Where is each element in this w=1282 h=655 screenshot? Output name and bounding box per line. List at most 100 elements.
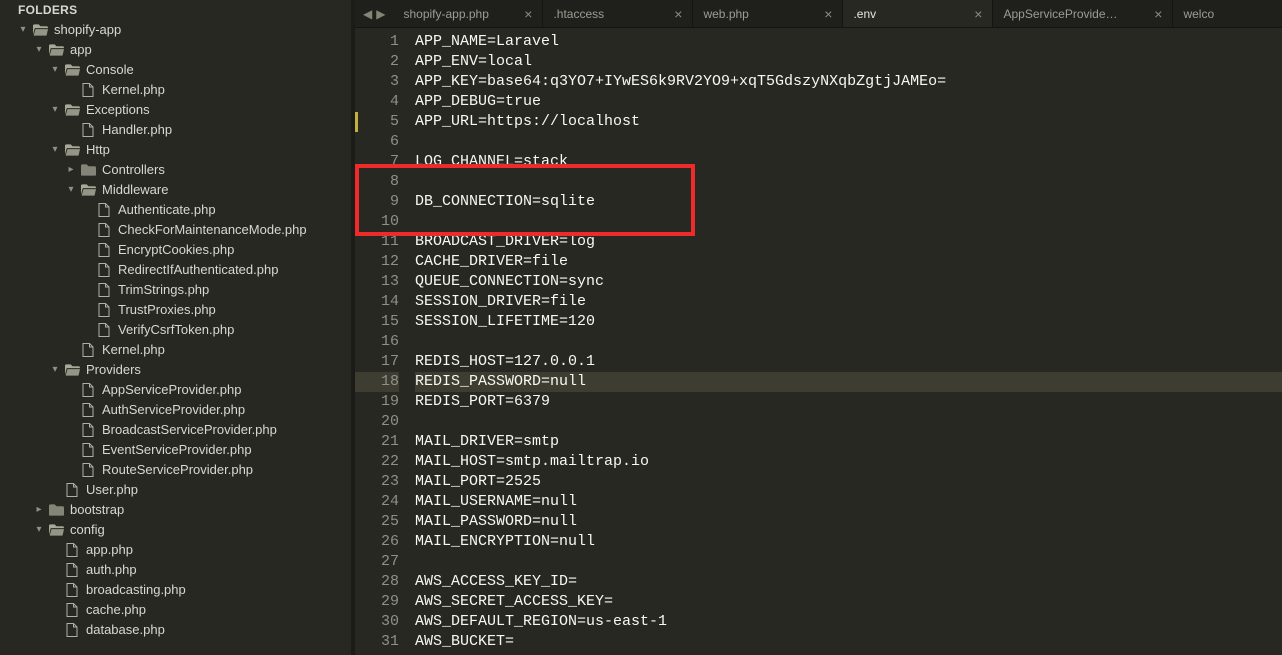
tree-file[interactable]: app.php: [0, 540, 351, 560]
tree-file[interactable]: database.php: [0, 620, 351, 640]
code-line[interactable]: REDIS_HOST=127.0.0.1: [415, 352, 1282, 372]
code-content[interactable]: APP_NAME=LaravelAPP_ENV=localAPP_KEY=bas…: [415, 28, 1282, 655]
tab[interactable]: shopify-app.php×: [393, 0, 543, 27]
code-line[interactable]: AWS_SECRET_ACCESS_KEY=: [415, 592, 1282, 612]
tree-file[interactable]: EncryptCookies.php: [0, 240, 351, 260]
tree-file[interactable]: User.php: [0, 480, 351, 500]
code-line[interactable]: [415, 412, 1282, 432]
line-number: 23: [355, 472, 399, 492]
tab[interactable]: welco: [1173, 0, 1224, 27]
close-icon[interactable]: ×: [974, 7, 982, 21]
tab[interactable]: web.php×: [693, 0, 843, 27]
code-line[interactable]: MAIL_PASSWORD=null: [415, 512, 1282, 532]
code-line[interactable]: APP_NAME=Laravel: [415, 32, 1282, 52]
tree-folder[interactable]: ▾ Http: [0, 140, 351, 160]
code-line[interactable]: CACHE_DRIVER=file: [415, 252, 1282, 272]
tab[interactable]: .htaccess×: [543, 0, 693, 27]
code-area[interactable]: 1234567891011121314151617181920212223242…: [355, 28, 1282, 655]
chevron-down-icon[interactable]: ▾: [34, 520, 44, 540]
line-number: 20: [355, 412, 399, 432]
tree-file[interactable]: AuthServiceProvider.php: [0, 400, 351, 420]
chevron-down-icon[interactable]: ▾: [34, 40, 44, 60]
chevron-down-icon[interactable]: ▾: [50, 140, 60, 160]
file-icon: [64, 603, 80, 617]
code-line[interactable]: MAIL_HOST=smtp.mailtrap.io: [415, 452, 1282, 472]
tree-file[interactable]: Kernel.php: [0, 80, 351, 100]
tree-folder[interactable]: ▾config: [0, 520, 351, 540]
tree-folder[interactable]: ▾Exceptions: [0, 100, 351, 120]
tab-nav-next-icon[interactable]: ▶: [374, 7, 387, 21]
code-line[interactable]: APP_URL=https://localhost: [415, 112, 1282, 132]
code-line[interactable]: APP_ENV=local: [415, 52, 1282, 72]
line-number: 29: [355, 592, 399, 612]
chevron-right-icon[interactable]: ▸: [34, 500, 44, 520]
code-line[interactable]: [415, 132, 1282, 152]
tree-file[interactable]: EventServiceProvider.php: [0, 440, 351, 460]
close-icon[interactable]: ×: [824, 7, 832, 21]
code-line[interactable]: MAIL_USERNAME=null: [415, 492, 1282, 512]
tree-folder[interactable]: ▾shopify-app: [0, 20, 351, 40]
tree-file[interactable]: RouteServiceProvider.php: [0, 460, 351, 480]
file-icon: [96, 263, 112, 277]
tree-folder[interactable]: ▸Controllers: [0, 160, 351, 180]
code-line[interactable]: APP_KEY=base64:q3YO7+IYwES6k9RV2YO9+xqT5…: [415, 72, 1282, 92]
code-line[interactable]: REDIS_PASSWORD=null: [415, 372, 1282, 392]
chevron-down-icon[interactable]: ▾: [66, 180, 76, 200]
tree-folder[interactable]: ▾Middleware: [0, 180, 351, 200]
code-line[interactable]: REDIS_PORT=6379: [415, 392, 1282, 412]
code-line[interactable]: MAIL_ENCRYPTION=null: [415, 532, 1282, 552]
tree-file[interactable]: Kernel.php: [0, 340, 351, 360]
chevron-down-icon[interactable]: ▾: [50, 100, 60, 120]
tree-file[interactable]: TrimStrings.php: [0, 280, 351, 300]
tree-file[interactable]: BroadcastServiceProvider.php: [0, 420, 351, 440]
tab[interactable]: .env×: [843, 0, 993, 27]
code-line[interactable]: AWS_DEFAULT_REGION=us-east-1: [415, 612, 1282, 632]
tree-file[interactable]: auth.php: [0, 560, 351, 580]
line-number: 28: [355, 572, 399, 592]
chevron-down-icon[interactable]: ▾: [18, 20, 28, 40]
code-line[interactable]: DB_CONNECTION=sqlite: [415, 192, 1282, 212]
code-line[interactable]: [415, 332, 1282, 352]
chevron-right-icon[interactable]: ▸: [66, 160, 76, 180]
code-line[interactable]: SESSION_LIFETIME=120: [415, 312, 1282, 332]
tree-file[interactable]: Handler.php: [0, 120, 351, 140]
tree-file[interactable]: RedirectIfAuthenticated.php: [0, 260, 351, 280]
tab-nav-prev-icon[interactable]: ◀: [361, 7, 374, 21]
tree-folder[interactable]: ▾ app: [0, 40, 351, 60]
tree-folder[interactable]: ▾Console: [0, 60, 351, 80]
code-line[interactable]: AWS_ACCESS_KEY_ID=: [415, 572, 1282, 592]
tree-folder[interactable]: ▾Providers: [0, 360, 351, 380]
tree-item-label: AuthServiceProvider.php: [102, 400, 245, 420]
tree-file[interactable]: broadcasting.php: [0, 580, 351, 600]
tree-folder[interactable]: ▸bootstrap: [0, 500, 351, 520]
close-icon[interactable]: ×: [674, 7, 682, 21]
code-line[interactable]: MAIL_DRIVER=smtp: [415, 432, 1282, 452]
app-root: FOLDERS ▾shopify-app▾app▾ConsoleKernel.p…: [0, 0, 1282, 655]
code-line[interactable]: [415, 552, 1282, 572]
tree-item-label: app: [70, 40, 92, 60]
tree-file[interactable]: AppServiceProvider.php: [0, 380, 351, 400]
tree-file[interactable]: TrustProxies.php: [0, 300, 351, 320]
chevron-down-icon[interactable]: ▾: [50, 60, 60, 80]
file-tree[interactable]: ▾shopify-app▾app▾ConsoleKernel.php▾Excep…: [0, 20, 351, 655]
code-line[interactable]: [415, 212, 1282, 232]
tree-file[interactable]: CheckForMaintenanceMode.php: [0, 220, 351, 240]
tree-file[interactable]: Authenticate.php: [0, 200, 351, 220]
code-line[interactable]: APP_DEBUG=true: [415, 92, 1282, 112]
code-line[interactable]: BROADCAST_DRIVER=log: [415, 232, 1282, 252]
code-line[interactable]: LOG_CHANNEL=stack: [415, 152, 1282, 172]
code-line[interactable]: MAIL_PORT=2525: [415, 472, 1282, 492]
line-number: 4: [355, 92, 399, 112]
code-line[interactable]: AWS_BUCKET=: [415, 632, 1282, 652]
close-icon[interactable]: ×: [524, 7, 532, 21]
code-line[interactable]: [415, 172, 1282, 192]
tab[interactable]: AppServiceProvider.php×: [993, 0, 1173, 27]
close-icon[interactable]: ×: [1154, 7, 1162, 21]
tree-file[interactable]: cache.php: [0, 600, 351, 620]
code-line[interactable]: SESSION_DRIVER=file: [415, 292, 1282, 312]
chevron-down-icon[interactable]: ▾: [50, 360, 60, 380]
tree-file[interactable]: VerifyCsrfToken.php: [0, 320, 351, 340]
code-line[interactable]: QUEUE_CONNECTION=sync: [415, 272, 1282, 292]
tree-item-label: auth.php: [86, 560, 137, 580]
tree-item-label: Http: [86, 140, 110, 160]
